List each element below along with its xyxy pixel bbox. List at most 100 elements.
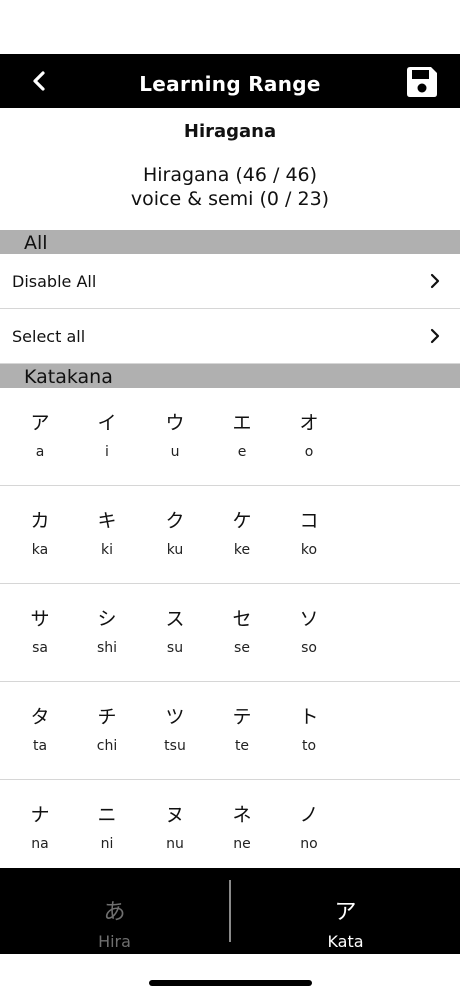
select-all-label: Select all bbox=[12, 326, 86, 346]
katakana-grid: アa イi ウu エe オo カ ka キ ki ク ku ケ ke コ ko サ sa シ… bbox=[0, 388, 460, 866]
kana-glyph: ウ bbox=[165, 412, 185, 434]
section-header-all: All bbox=[0, 230, 460, 254]
kana-cell[interactable]: ス su bbox=[141, 584, 209, 682]
kana-glyph: ク bbox=[165, 510, 185, 532]
home-indicator[interactable] bbox=[149, 980, 312, 986]
kana-romaji: tsu bbox=[164, 738, 186, 754]
kana-cell[interactable]: テ te bbox=[208, 682, 276, 780]
section-header-katakana: Katakana bbox=[0, 364, 460, 388]
kana-glyph: タ bbox=[30, 706, 50, 728]
kana-cell[interactable]: ツ tsu bbox=[141, 682, 209, 780]
kana-glyph: イ bbox=[97, 412, 117, 434]
save-button[interactable] bbox=[404, 64, 440, 100]
home-indicator-area bbox=[0, 954, 460, 996]
kana-cell[interactable]: ネ ne bbox=[208, 780, 276, 866]
kana-glyph: ス bbox=[165, 608, 185, 630]
kana-glyph: ノ bbox=[299, 804, 319, 826]
kana-cell[interactable]: ソ so bbox=[275, 584, 343, 682]
kana-romaji: se bbox=[234, 640, 250, 656]
kana-romaji: shi bbox=[96, 640, 118, 656]
kana-glyph: コ bbox=[299, 510, 319, 532]
kana-row: タ ta チ chi ツ tsu テ te ト to bbox=[0, 682, 460, 780]
kana-romaji: ni bbox=[100, 836, 114, 852]
katakana-a-icon: ア bbox=[334, 900, 357, 925]
kana-romaji: ka bbox=[31, 542, 49, 558]
nav-bar: Learning Range bbox=[0, 54, 460, 108]
kana-glyph: ニ bbox=[97, 804, 117, 826]
kana-cell[interactable]: ノ no bbox=[275, 780, 343, 866]
kana-romaji: ku bbox=[166, 542, 184, 558]
kana-romaji: to bbox=[301, 738, 317, 754]
chevron-right-icon bbox=[430, 328, 440, 344]
kana-glyph: ツ bbox=[165, 706, 185, 728]
kana-glyph: サ bbox=[30, 608, 50, 630]
kana-glyph: テ bbox=[232, 706, 252, 728]
select-all-row[interactable]: Select all bbox=[0, 309, 460, 364]
kana-row: アa イi ウu エe オo bbox=[0, 388, 460, 486]
kana-glyph: エ bbox=[232, 412, 252, 434]
voice-semi-count: voice & semi (0 / 23) bbox=[130, 188, 330, 210]
kana-romaji: ta bbox=[32, 738, 48, 754]
kana-romaji: ke bbox=[233, 542, 251, 558]
kana-romaji: ko bbox=[300, 542, 318, 558]
kana-cell[interactable]: カ ka bbox=[6, 486, 74, 584]
kana-romaji: a bbox=[35, 444, 45, 460]
kana-glyph: ア bbox=[30, 412, 50, 434]
kana-romaji: sa bbox=[32, 640, 48, 656]
kana-cell[interactable]: コ ko bbox=[275, 486, 343, 584]
kana-glyph: ソ bbox=[299, 608, 319, 630]
kana-cell[interactable]: タ ta bbox=[6, 682, 74, 780]
kana-cell[interactable]: チ chi bbox=[73, 682, 141, 780]
kana-romaji: u bbox=[170, 444, 180, 460]
kana-cell[interactable]: ケ ke bbox=[208, 486, 276, 584]
tab-katakana[interactable]: ア Kata bbox=[231, 868, 460, 954]
hiragana-a-icon: あ bbox=[103, 900, 126, 925]
kana-cell[interactable]: キ ki bbox=[73, 486, 141, 584]
disable-all-row[interactable]: Disable All bbox=[0, 254, 460, 309]
tab-bar: あ Hira ア Kata bbox=[0, 868, 460, 954]
page-title: Learning Range bbox=[139, 72, 321, 96]
disable-all-label: Disable All bbox=[12, 271, 97, 291]
kana-cell[interactable]: ナ na bbox=[6, 780, 74, 866]
kana-romaji: nu bbox=[166, 836, 184, 852]
kana-row: カ ka キ ki ク ku ケ ke コ ko bbox=[0, 486, 460, 584]
kana-glyph: ナ bbox=[30, 804, 50, 826]
kana-glyph: チ bbox=[97, 706, 117, 728]
tab-label: Hira bbox=[98, 932, 131, 951]
kana-romaji: ki bbox=[101, 542, 113, 558]
kana-glyph: キ bbox=[97, 510, 117, 532]
hiragana-count: Hiragana (46 / 46) bbox=[142, 164, 318, 186]
kana-cell[interactable]: ニ ni bbox=[73, 780, 141, 866]
kana-romaji: e bbox=[237, 444, 247, 460]
kana-romaji: chi bbox=[96, 738, 118, 754]
tab-label: Kata bbox=[327, 932, 364, 951]
kana-glyph: ト bbox=[299, 706, 319, 728]
kana-cell[interactable]: イi bbox=[73, 388, 141, 486]
kana-cell[interactable]: アa bbox=[6, 388, 74, 486]
kana-romaji: ne bbox=[233, 836, 251, 852]
kana-romaji: te bbox=[234, 738, 250, 754]
kana-glyph: ケ bbox=[232, 510, 252, 532]
selected-kana-type: Hiragana bbox=[183, 121, 277, 142]
status-bar bbox=[0, 0, 460, 54]
floppy-disk-icon bbox=[407, 67, 437, 97]
kana-cell[interactable]: ト to bbox=[275, 682, 343, 780]
kana-glyph: カ bbox=[30, 510, 50, 532]
kana-romaji: su bbox=[166, 640, 184, 656]
kana-cell[interactable]: ウu bbox=[141, 388, 209, 486]
kana-romaji: no bbox=[300, 836, 318, 852]
chevron-right-icon bbox=[430, 273, 440, 289]
kana-row: ナ na ニ ni ヌ nu ネ ne ノ no bbox=[0, 780, 460, 866]
kana-cell[interactable]: ヌ nu bbox=[141, 780, 209, 866]
kana-cell[interactable]: シ shi bbox=[73, 584, 141, 682]
tab-hiragana[interactable]: あ Hira bbox=[0, 868, 229, 954]
kana-romaji: i bbox=[105, 444, 109, 460]
kana-cell[interactable]: セ se bbox=[208, 584, 276, 682]
kana-glyph: ヌ bbox=[165, 804, 185, 826]
range-summary: Hiragana Hiragana (46 / 46) voice & semi… bbox=[0, 108, 460, 230]
kana-cell[interactable]: ク ku bbox=[141, 486, 209, 584]
kana-romaji: so bbox=[301, 640, 317, 656]
kana-cell[interactable]: エe bbox=[208, 388, 276, 486]
kana-cell[interactable]: サ sa bbox=[6, 584, 74, 682]
kana-cell[interactable]: オo bbox=[275, 388, 343, 486]
